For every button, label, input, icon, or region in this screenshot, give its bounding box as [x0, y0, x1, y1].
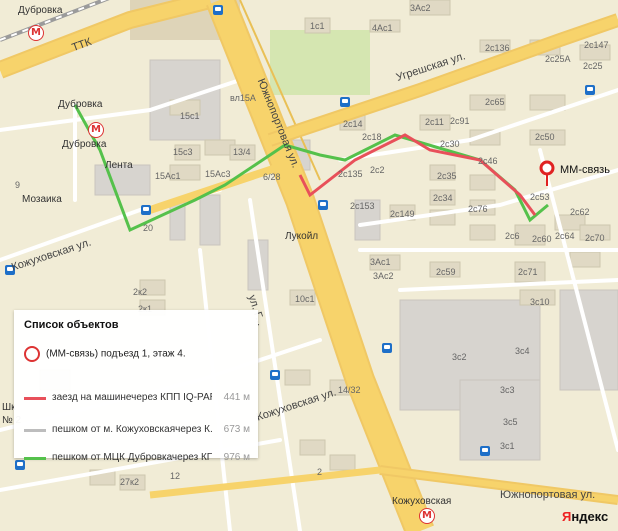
route-walk-mck-text: пешком от МЦК Дубровкачерез КП...: [52, 452, 212, 463]
building-label: 2с64: [555, 231, 575, 241]
building-label: 3Ас1: [370, 257, 391, 267]
metro-dubrovka-icon-2[interactable]: М: [88, 122, 104, 138]
building-label: 3с4: [515, 346, 530, 356]
route-car-distance: 441 м: [223, 392, 250, 403]
building-label: 2с70: [585, 233, 605, 243]
poi-label-dubrovka-left: Дубровка: [58, 99, 103, 110]
panel-title: Список объектов: [24, 319, 119, 331]
route-car-text: заезд на машинечерез КПП IQ-PARK: [52, 392, 212, 403]
bus-stop-icon[interactable]: [480, 446, 490, 456]
building-label: 4Ас1: [372, 23, 393, 33]
bus-stop-icon[interactable]: [382, 343, 392, 353]
building-label: 2с59: [436, 267, 456, 277]
route-item-walk-mck[interactable]: пешком от МЦК Дубровкачерез КП... 976 м: [24, 452, 250, 466]
building-label: 2с65: [485, 97, 505, 107]
building-label: 2с50: [535, 132, 555, 142]
building-label: 6/28: [263, 172, 281, 182]
building-label: 1с1: [310, 21, 325, 31]
building-label: 15с3: [173, 147, 193, 157]
building-label: 2: [317, 467, 323, 477]
building-label: 2к2: [133, 287, 147, 297]
building-label: 10с1: [295, 294, 315, 304]
building-label: 2с53: [530, 192, 550, 202]
yandex-logo[interactable]: Яндекс: [562, 509, 608, 524]
building-label: 2с25: [583, 61, 603, 71]
building-label: 2с18: [362, 132, 382, 142]
bus-stop-icon[interactable]: [585, 85, 595, 95]
building-label: 3с1: [500, 441, 515, 451]
bus-stop-icon[interactable]: [270, 370, 280, 380]
building-label: 2с14: [343, 119, 363, 129]
poi-label-lenta: Лента: [105, 160, 133, 171]
panel-poi-text: (ММ-связь) подъезд 1, этаж 4.: [46, 348, 186, 360]
bus-stop-icon[interactable]: [141, 205, 151, 215]
building-label: 3с2: [452, 352, 467, 362]
building-label: 2с2: [370, 165, 385, 175]
route-walk-mck-swatch: [24, 457, 46, 460]
building-label: 2с6: [505, 231, 520, 241]
building-label: 3с10: [530, 297, 550, 307]
building-label: 14/32: [338, 385, 361, 395]
park-area: [270, 30, 370, 95]
building-label: 3с3: [500, 385, 515, 395]
building-label: 2с149: [390, 209, 415, 219]
building-label: 2с30: [440, 139, 460, 149]
building-label: 2с91: [450, 116, 470, 126]
building-label: 2с62: [570, 207, 590, 217]
route-car-swatch: [24, 397, 46, 400]
poi-label-dubrovka-mid: Дубровка: [62, 139, 107, 150]
destination-pin-icon[interactable]: [538, 160, 556, 186]
panel-poi-item[interactable]: (ММ-связь) подъезд 1, этаж 4.: [24, 346, 186, 362]
bus-stop-icon[interactable]: [213, 5, 223, 15]
building-label: 2с147: [584, 40, 609, 50]
building-label: 15Ас3: [205, 169, 231, 179]
building-label: 13/4: [233, 147, 251, 157]
metro-dubrovka-icon[interactable]: М: [28, 25, 44, 41]
building-label: 2с153: [350, 201, 375, 211]
poi-label-dubrovka-top: Дубровка: [18, 5, 63, 16]
bus-stop-icon[interactable]: [340, 97, 350, 107]
route-item-walk-metro[interactable]: пешком от м. Кожуховскаячерез К... 673 м: [24, 424, 250, 438]
building-label: 2с76: [468, 204, 488, 214]
building-label: 15с1: [180, 111, 200, 121]
route-walk-metro-distance: 673 м: [223, 424, 250, 435]
building-label: 20: [143, 223, 154, 233]
building-label: 2с34: [433, 193, 453, 203]
route-walk-metro-swatch: [24, 429, 46, 432]
objects-list-panel: Список объектов (ММ-связь) подъезд 1, эт…: [14, 310, 258, 463]
destination-pin-label[interactable]: ММ-связь: [560, 164, 610, 176]
building-label: 2с11: [425, 117, 444, 127]
building-label: 2с60: [532, 234, 552, 244]
route-item-car[interactable]: заезд на машинечерез КПП IQ-PARK 441 м: [24, 392, 250, 406]
metro-kozhukhovskaya-icon[interactable]: М: [419, 508, 435, 524]
route-walk-metro-text: пешком от м. Кожуховскаячерез К...: [52, 424, 212, 435]
map-canvas[interactable]: М М М ТТК Угрешская ул. Южнопортовая ул.…: [0, 0, 618, 531]
bus-stop-icon[interactable]: [318, 200, 328, 210]
building-label: 27к2: [120, 477, 139, 487]
building-label: 12: [170, 471, 181, 481]
building-label: 3с5: [503, 417, 518, 427]
poi-ring-icon: [24, 346, 40, 362]
poi-label-kozhukhovskaya: Кожуховская: [392, 496, 452, 507]
street-label-yuzhnoportovaya-south: Южнопортовая ул.: [500, 489, 596, 501]
building-label: вл15А: [230, 93, 256, 103]
building-label: 2с46: [478, 156, 498, 166]
route-walk-mck-distance: 976 м: [223, 452, 250, 463]
building-label: 9: [15, 180, 21, 190]
poi-label-mozaika: Мозаика: [22, 194, 62, 205]
building-label: 2с71: [518, 267, 538, 277]
building-label: 3Ас2: [373, 271, 394, 281]
building-label: 2с136: [485, 43, 510, 53]
building-label: 2с35: [437, 171, 457, 181]
building-label: 2с25А: [545, 54, 571, 64]
building-label: 2с135: [338, 169, 363, 179]
poi-label-lukoil: Лукойл: [285, 231, 319, 242]
building-label: 3Ас2: [410, 3, 431, 13]
building-label: 15Ас1: [155, 171, 181, 181]
